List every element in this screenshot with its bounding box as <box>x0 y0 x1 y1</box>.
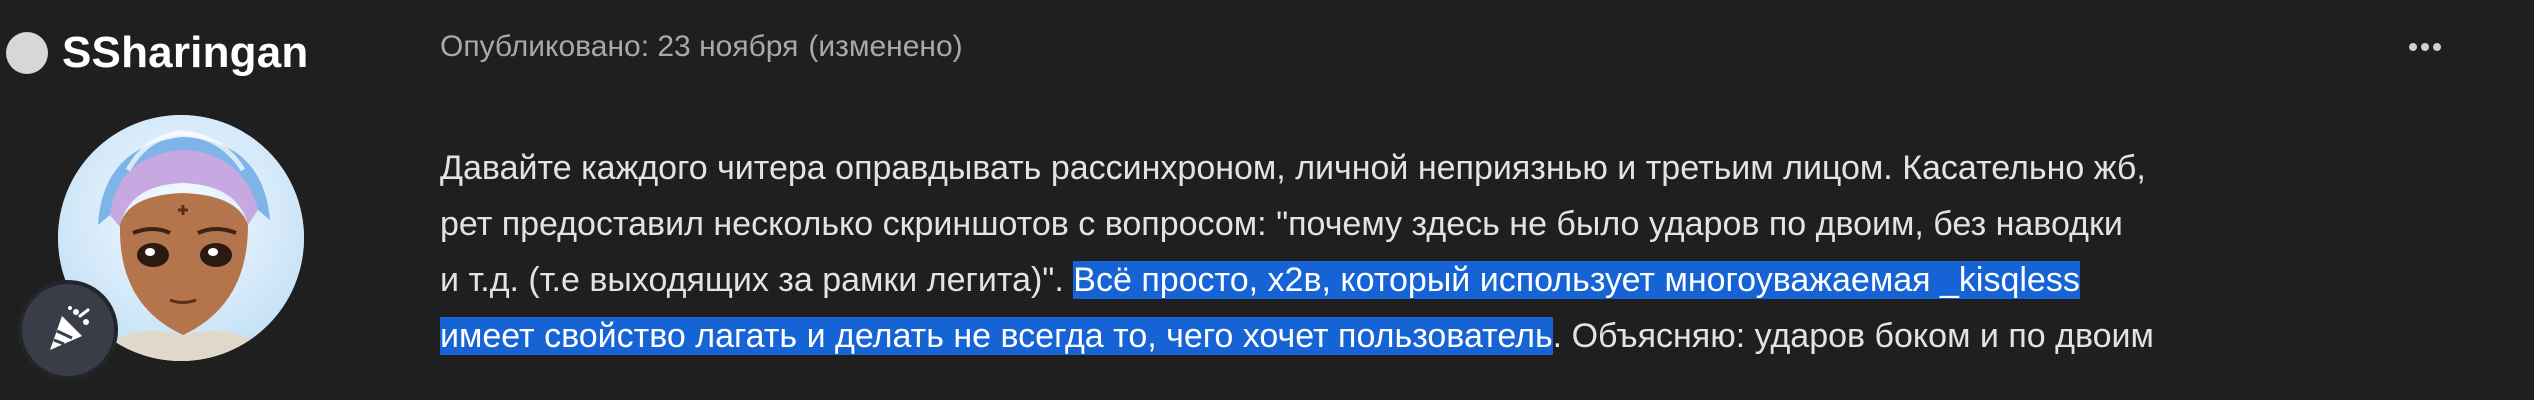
content-line-3: и т.д. (т.е выходящих за рамки легита)".… <box>440 261 2080 299</box>
forum-post: SSharingan Опубликовано: 23 ноября (изме… <box>0 0 2534 400</box>
content-line-1: Давайте каждого читера оправдывать расси… <box>440 149 2146 187</box>
content-line-4: имеет свойство лагать и делать не всегда… <box>440 317 2154 355</box>
author-name[interactable]: SSharingan <box>62 28 309 78</box>
selected-text: имеет свойство лагать и делать не всегда… <box>440 317 1553 355</box>
more-options-button[interactable] <box>2395 30 2455 64</box>
online-status-icon <box>6 32 48 74</box>
more-dots-icon <box>2409 43 2417 51</box>
user-badge[interactable] <box>18 280 118 380</box>
author-row: SSharingan <box>0 18 309 88</box>
edited-label: (изменено) <box>808 30 963 63</box>
published-date: Опубликовано: 23 ноября <box>440 30 799 63</box>
post-meta: Опубликовано: 23 ноября (изменено) <box>440 30 963 64</box>
selected-text: Всё просто, х2в, который использует мног… <box>1073 261 2080 299</box>
party-popper-icon <box>50 306 90 350</box>
post-content: Давайте каждого читера оправдывать расси… <box>440 140 2515 364</box>
content-line-2: рет предоставил несколько скриншотов с в… <box>440 205 2123 243</box>
